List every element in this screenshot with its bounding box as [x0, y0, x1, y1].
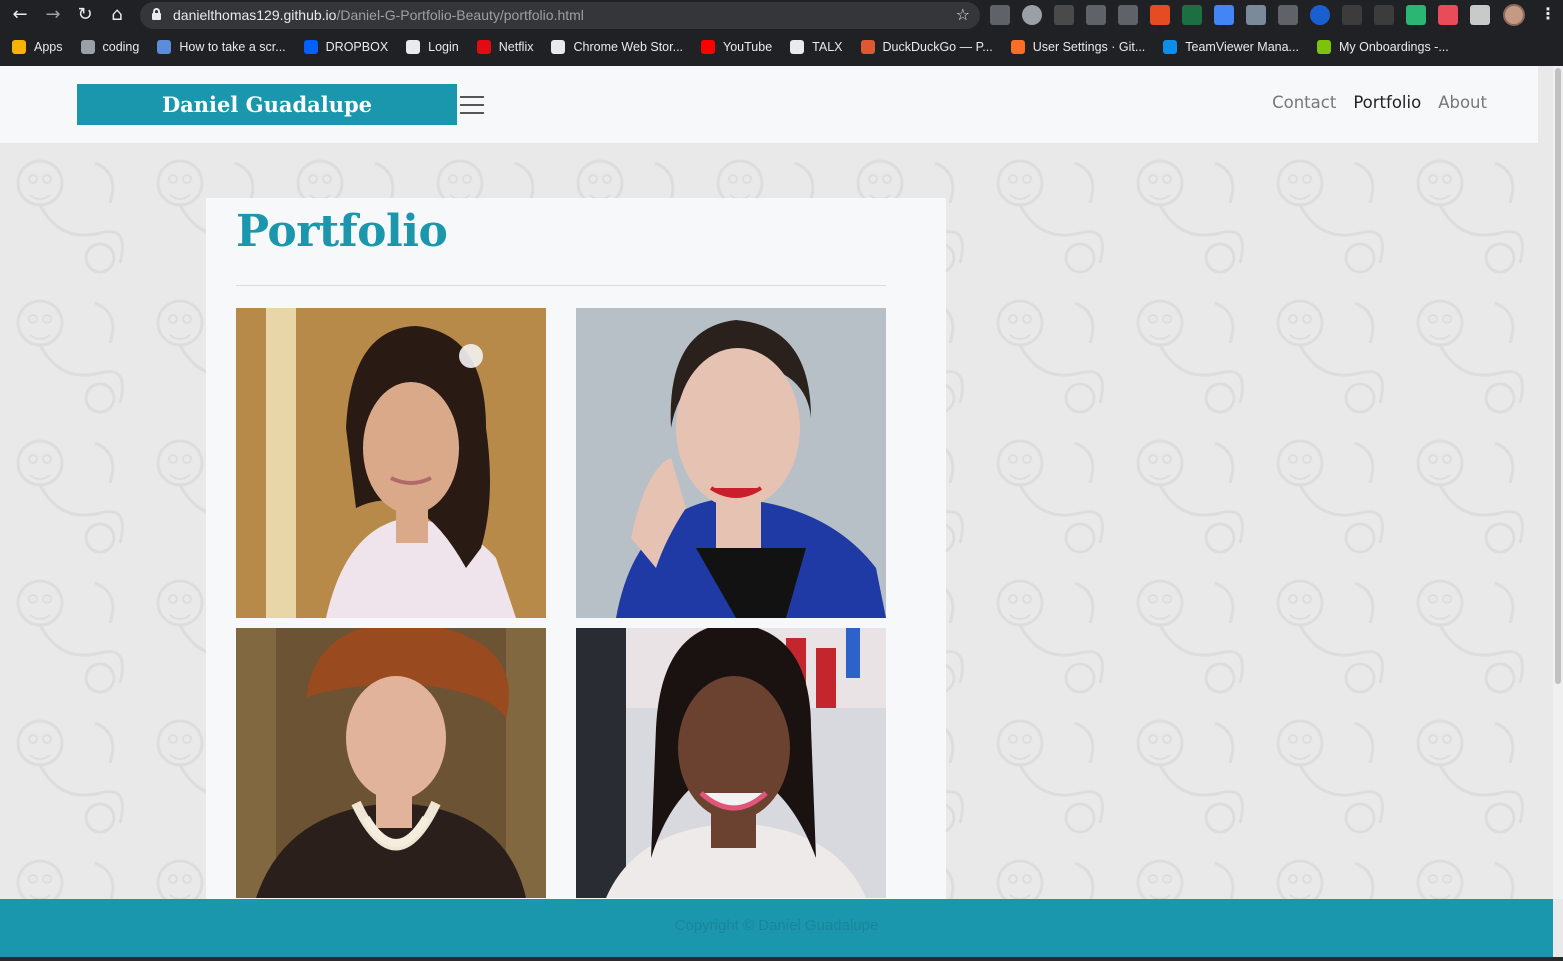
excel-extension-icon[interactable]: [1182, 5, 1202, 25]
back-arrow-icon[interactable]: ←: [8, 4, 32, 26]
colorful-extension-icon[interactable]: [1406, 5, 1426, 25]
download-extension-icon[interactable]: [1086, 5, 1106, 25]
teamviewer-icon: [1163, 40, 1178, 54]
title-divider: [236, 285, 886, 286]
portfolio-photo-4[interactable]: [576, 628, 886, 898]
tray-extension-icon[interactable]: [1374, 5, 1394, 25]
extension-icons: [990, 5, 1490, 25]
photo-4-image: [576, 628, 886, 898]
nav-link-portfolio[interactable]: Portfolio: [1353, 93, 1421, 112]
site-navbar: Daniel Guadalupe Contact Portfolio About: [0, 66, 1538, 143]
gitlab-icon: [1010, 40, 1025, 54]
bookmark-label: Login: [428, 40, 459, 54]
youtube-icon: [701, 40, 716, 54]
page-scrollbar[interactable]: [1553, 66, 1563, 899]
bookmark-item[interactable]: Login: [406, 40, 459, 54]
bookmark-label: Netflix: [498, 40, 534, 54]
kebab-menu-icon[interactable]: ⋮: [1540, 4, 1556, 23]
dropbox-icon: [303, 40, 318, 54]
cloud-extension-icon[interactable]: [1054, 5, 1074, 25]
download-extension-icon[interactable]: [990, 5, 1010, 25]
bookmark-item[interactable]: Netflix: [476, 40, 534, 54]
duckduckgo-icon: [860, 40, 875, 54]
forward-arrow-icon[interactable]: →: [41, 4, 65, 26]
bookmark-label: Apps: [34, 40, 63, 54]
bookmark-item[interactable]: DROPBOX: [303, 40, 389, 54]
portfolio-photo-1[interactable]: [236, 308, 546, 618]
nav-link-about[interactable]: About: [1438, 93, 1487, 112]
bookmark-label: DROPBOX: [325, 40, 389, 54]
bookmark-label: YouTube: [723, 40, 773, 54]
bookmark-label: Chrome Web Stor...: [573, 40, 684, 54]
docs-extension-icon[interactable]: [1214, 5, 1234, 25]
page-viewport: Daniel Guadalupe Contact Portfolio About…: [0, 66, 1563, 961]
portfolio-photo-3[interactable]: [236, 628, 546, 898]
download-extension-icon[interactable]: [1246, 5, 1266, 25]
browser-toolbar: ← → ↻ ⌂ danielthomas129.github.io/Daniel…: [0, 0, 1563, 31]
bookmark-star-icon[interactable]: ☆: [956, 5, 970, 24]
bookmark-item[interactable]: DuckDuckGo — P...: [860, 40, 993, 54]
site-footer: Copyright © Daniel Guadalupe: [0, 899, 1553, 957]
home-icon[interactable]: ⌂: [105, 4, 129, 26]
bookmark-item[interactable]: YouTube: [701, 40, 772, 54]
globe-icon: [406, 40, 421, 54]
bookmark-label: How to take a scr...: [179, 40, 286, 54]
wordpress-extension-icon[interactable]: [1022, 5, 1042, 25]
portfolio-photo-2[interactable]: [576, 308, 886, 618]
shield-extension-icon[interactable]: [1310, 5, 1330, 25]
bookmarks-bar: Apps coding How to take a scr... DROPBOX Log…: [0, 34, 1563, 60]
lock-icon: [152, 8, 161, 20]
bookmark-item[interactable]: My Onboardings -...: [1316, 40, 1449, 54]
footer-divider: [0, 957, 1563, 961]
url-path: /Daniel-G-Portfolio-Beauty/portfolio.htm…: [336, 7, 584, 23]
globe-icon: [790, 40, 805, 54]
nav-link-contact[interactable]: Contact: [1272, 93, 1336, 112]
photo-3-image: [236, 628, 546, 898]
reload-icon[interactable]: ↻: [73, 4, 97, 26]
bookmark-item[interactable]: Apps: [12, 40, 63, 54]
download-extension-icon[interactable]: [1118, 5, 1138, 25]
bookmark-label: My Onboardings -...: [1338, 40, 1449, 54]
bookmark-label: TALX: [812, 40, 843, 54]
download-extension-icon[interactable]: [1278, 5, 1298, 25]
screenshot-icon: [157, 40, 172, 54]
folder-icon: [80, 40, 95, 54]
hamburger-menu-icon[interactable]: [460, 95, 484, 115]
bookmark-item[interactable]: How to take a scr...: [157, 40, 286, 54]
bookmark-label: User Settings · Git...: [1032, 40, 1146, 54]
photo-2-image: [576, 308, 886, 618]
scrollbar-thumb[interactable]: [1555, 68, 1561, 684]
html5-extension-icon[interactable]: [1150, 5, 1170, 25]
netflix-icon: [476, 40, 491, 54]
site-brand[interactable]: Daniel Guadalupe: [77, 84, 457, 125]
bookmark-item[interactable]: coding: [80, 40, 140, 54]
address-bar[interactable]: danielthomas129.github.io/Daniel-G-Portf…: [140, 2, 980, 29]
nav-links: Contact Portfolio About: [1272, 93, 1487, 112]
url-host: danielthomas129.github.io: [173, 7, 337, 23]
portfolio-card: Portfolio: [206, 198, 946, 908]
footer-copyright: Copyright © Daniel Guadalupe: [674, 917, 879, 934]
bookmark-item[interactable]: Chrome Web Stor...: [551, 40, 683, 54]
browser-chrome: ← → ↻ ⌂ danielthomas129.github.io/Daniel…: [0, 0, 1563, 66]
bookmark-item[interactable]: User Settings · Git...: [1010, 40, 1146, 54]
photo-1-image: [236, 308, 546, 618]
onboarding-icon: [1316, 40, 1331, 54]
record-extension-icon[interactable]: [1438, 5, 1458, 25]
bookmark-label: DuckDuckGo — P...: [882, 40, 993, 54]
profile-avatar[interactable]: [1503, 4, 1525, 26]
bookmark-item[interactable]: TALX: [790, 40, 843, 54]
bookmark-item[interactable]: TeamViewer Mana...: [1163, 40, 1299, 54]
apps-grid-icon: [12, 40, 26, 54]
url-text[interactable]: danielthomas129.github.io/Daniel-G-Portf…: [173, 7, 584, 23]
page-title: Portfolio: [236, 206, 448, 257]
puzzle-icon[interactable]: [1470, 5, 1490, 25]
bookmark-label: TeamViewer Mana...: [1185, 40, 1299, 54]
download-extension-icon[interactable]: [1342, 5, 1362, 25]
chrome-store-icon: [551, 40, 566, 54]
bookmark-label: coding: [102, 40, 140, 54]
